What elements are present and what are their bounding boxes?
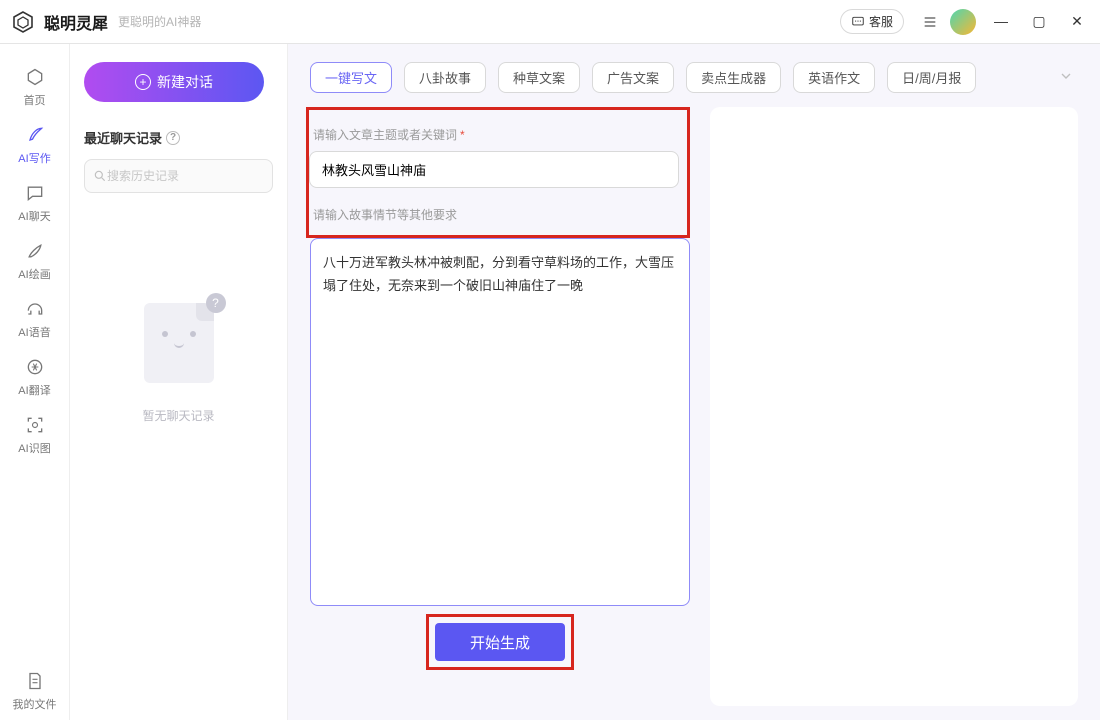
chevron-down-icon (1058, 68, 1074, 84)
template-tags: 一键写文 八卦故事 种草文案 广告文案 卖点生成器 英语作文 日/周/月报 (310, 62, 1078, 93)
sidebar-item-write[interactable]: AI写作 (5, 116, 65, 174)
headphones-icon (24, 298, 46, 320)
app-logo-icon (10, 9, 36, 35)
sidebar-item-home[interactable]: 首页 (5, 58, 65, 116)
sidebar-label: 首页 (24, 92, 46, 108)
sidebar-label: AI绘画 (18, 266, 50, 282)
history-search[interactable] (84, 159, 273, 193)
scan-icon (24, 414, 46, 436)
chat-bubble-icon (24, 182, 46, 204)
sidebar-label: AI识图 (18, 440, 50, 456)
expand-tags-button[interactable] (1054, 64, 1078, 91)
tag-english[interactable]: 英语作文 (793, 62, 875, 93)
topic-input[interactable] (309, 151, 679, 188)
sidebar-item-chat[interactable]: AI聊天 (5, 174, 65, 232)
sidebar-label: AI语音 (18, 324, 50, 340)
result-panel (710, 107, 1078, 706)
detail-label: 请输入故事情节等其他要求 (313, 206, 679, 223)
help-icon[interactable]: ? (166, 131, 180, 145)
history-panel: + 新建对话 最近聊天记录 ? ? 暂无聊天记录 (70, 44, 288, 720)
sidebar-label: AI写作 (18, 150, 50, 166)
file-icon (24, 670, 46, 692)
new-chat-button[interactable]: + 新建对话 (84, 62, 264, 102)
support-label: 客服 (869, 13, 893, 30)
cube-icon (24, 66, 46, 88)
sidebar-label: AI聊天 (18, 208, 50, 224)
avatar[interactable] (950, 9, 976, 35)
plus-icon: + (135, 74, 151, 90)
empty-state: ? 暂无聊天记录 (84, 303, 273, 424)
sidebar-label: 我的文件 (13, 696, 57, 712)
app-tagline: 更聪明的AI神器 (118, 13, 201, 30)
detail-textarea[interactable] (310, 238, 690, 606)
tag-seeding[interactable]: 种草文案 (498, 62, 580, 93)
window-close-button[interactable]: ✕ (1064, 13, 1090, 30)
sidebar-item-files[interactable]: 我的文件 (5, 662, 65, 720)
sidebar-label: AI翻译 (18, 382, 50, 398)
question-bubble-icon: ? (206, 293, 226, 313)
support-button[interactable]: 客服 (840, 9, 904, 34)
brush-icon (24, 240, 46, 262)
tag-ad[interactable]: 广告文案 (592, 62, 674, 93)
sidebar-item-voice[interactable]: AI语音 (5, 290, 65, 348)
translate-icon (24, 356, 46, 378)
highlight-box-generate: 开始生成 (426, 614, 574, 670)
menu-button[interactable] (916, 8, 944, 36)
form-column: 请输入文章主题或者关键词* 请输入故事情节等其他要求 开始生成 (310, 107, 690, 706)
app-name: 聪明灵犀 (44, 10, 108, 34)
history-title: 最近聊天记录 ? (84, 128, 273, 147)
sidebar-item-draw[interactable]: AI绘画 (5, 232, 65, 290)
tag-selling[interactable]: 卖点生成器 (686, 62, 781, 93)
search-icon (93, 169, 107, 183)
tag-one-click[interactable]: 一键写文 (310, 62, 392, 93)
titlebar: 聪明灵犀 更聪明的AI神器 客服 — ▢ ✕ (0, 0, 1100, 44)
main-content: 一键写文 八卦故事 种草文案 广告文案 卖点生成器 英语作文 日/周/月报 请输… (288, 44, 1100, 720)
sidebar-item-image[interactable]: AI识图 (5, 406, 65, 464)
tag-report[interactable]: 日/周/月报 (887, 62, 976, 93)
topic-label: 请输入文章主题或者关键词* (313, 126, 679, 143)
empty-text: 暂无聊天记录 (142, 407, 214, 424)
sidebar: 首页 AI写作 AI聊天 AI绘画 AI语音 AI翻译 AI识图 我 (0, 44, 70, 720)
highlight-box-inputs: 请输入文章主题或者关键词* 请输入故事情节等其他要求 (306, 107, 690, 238)
window-minimize-button[interactable]: — (988, 13, 1014, 30)
chat-icon (851, 15, 865, 29)
menu-icon (922, 14, 938, 30)
tag-gossip[interactable]: 八卦故事 (404, 62, 486, 93)
new-chat-label: 新建对话 (157, 72, 213, 92)
sidebar-item-translate[interactable]: AI翻译 (5, 348, 65, 406)
window-maximize-button[interactable]: ▢ (1026, 13, 1052, 30)
feather-icon (24, 124, 46, 146)
generate-button[interactable]: 开始生成 (435, 623, 565, 661)
search-input[interactable] (107, 169, 264, 183)
